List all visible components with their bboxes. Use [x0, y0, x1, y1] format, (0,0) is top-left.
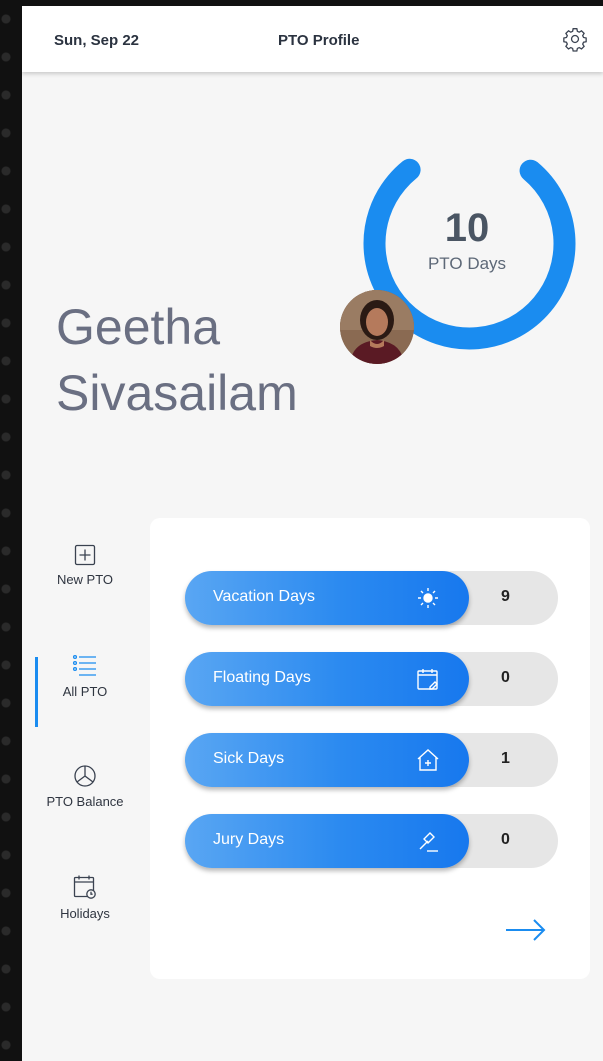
employee-name: Geetha Sivasailam [56, 294, 298, 426]
sun-icon [418, 588, 438, 608]
balance-pill: Vacation Days [185, 571, 469, 625]
app-header: Sun, Sep 22 PTO Profile [22, 6, 603, 72]
pto-days-label: PTO Days [427, 254, 507, 273]
nav-label-pto-balance: PTO Balance [46, 794, 124, 809]
balance-row-sick[interactable]: Sick Days 1 [185, 733, 558, 787]
employee-first-name: Geetha [56, 299, 221, 355]
nav-item-holidays[interactable]: Holidays [22, 874, 148, 921]
balance-label: Sick Days [213, 750, 285, 767]
gavel-icon [419, 832, 438, 852]
arrow-right-icon[interactable] [504, 917, 548, 943]
balance-row-floating[interactable]: Floating Days 0 [185, 652, 558, 706]
home-medical-icon [417, 749, 439, 771]
balance-value: 9 [501, 588, 510, 605]
calendar-edit-icon [417, 669, 438, 690]
balance-pill: Sick Days [185, 733, 469, 787]
gear-icon[interactable] [562, 26, 588, 52]
pto-balances-card: Vacation Days 9 Floating Days 0 Sick Day… [150, 518, 590, 979]
window-frame-left [0, 0, 22, 1061]
nav-label-all-pto: All PTO [62, 684, 108, 699]
balance-pill: Floating Days [185, 652, 469, 706]
list-icon [72, 654, 96, 676]
pto-app: Sun, Sep 22 PTO Profile 10 PTO Days Geet… [22, 6, 603, 1061]
employee-last-name: Sivasailam [56, 365, 298, 421]
nav-item-new-pto[interactable]: New PTO [22, 544, 148, 587]
avatar [340, 290, 414, 364]
nav-label-holidays: Holidays [60, 906, 110, 921]
nav-item-pto-balance[interactable]: PTO Balance [22, 764, 148, 809]
calendar-icon [73, 875, 96, 899]
nav-item-all-pto[interactable]: All PTO [22, 654, 148, 699]
header-date: Sun, Sep 22 [54, 32, 140, 49]
balance-row-vacation[interactable]: Vacation Days 9 [185, 571, 558, 625]
balance-value: 0 [501, 831, 510, 848]
balance-pill: Jury Days [185, 814, 469, 868]
balance-label: Vacation Days [213, 588, 315, 605]
pto-days-value: 10 [444, 206, 490, 250]
balance-value: 1 [501, 750, 510, 767]
plus-square-icon [74, 544, 96, 566]
balance-row-jury[interactable]: Jury Days 0 [185, 814, 558, 868]
nav-label-new-pto: New PTO [56, 572, 114, 587]
pie-chart-icon [74, 765, 96, 787]
page-title: PTO Profile [278, 32, 360, 49]
balance-label: Floating Days [213, 669, 311, 686]
balance-value: 0 [501, 669, 510, 686]
balance-label: Jury Days [213, 831, 285, 848]
